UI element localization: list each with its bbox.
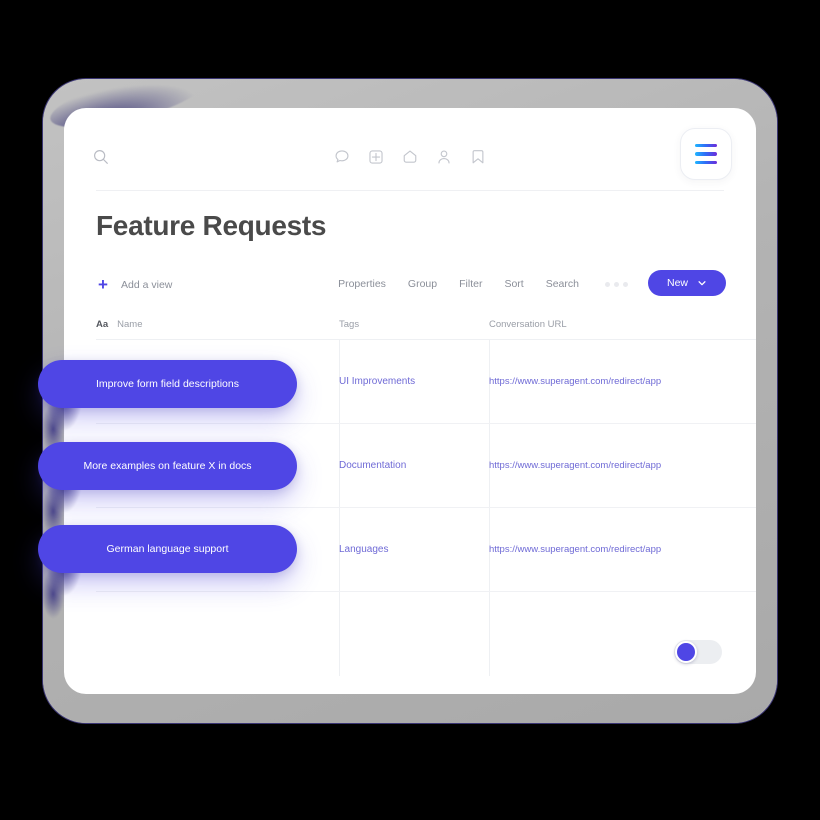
chevron-down-icon (697, 278, 707, 288)
record-name-pill[interactable]: Improve form field descriptions (38, 360, 297, 408)
plus-icon: + (98, 275, 108, 294)
cell-conversation-url[interactable]: https://www.superagent.com/redirect/app (489, 460, 661, 471)
toolbar-link-properties[interactable]: Properties (338, 278, 386, 290)
app-topbar (64, 108, 756, 191)
toolbar-link-search[interactable]: Search (546, 278, 579, 290)
user-icon[interactable] (435, 148, 453, 166)
dot-3 (623, 281, 628, 287)
toolbar-link-sort[interactable]: Sort (504, 278, 523, 290)
column-header-url-label: Conversation URL (489, 319, 567, 330)
column-header-url[interactable]: Conversation URL (489, 319, 567, 330)
menu-line-3 (695, 160, 717, 164)
toolbar-link-filter[interactable]: Filter (459, 278, 482, 290)
cell-tags: UI Improvements (339, 376, 416, 387)
table-row-empty[interactable] (96, 592, 756, 676)
column-header-name[interactable]: Aa Name (96, 319, 143, 330)
home-icon[interactable] (401, 148, 419, 166)
cell-tags: Languages (339, 544, 389, 555)
new-button[interactable]: New (648, 270, 726, 296)
view-toolbar: + Add a view Properties Group Filter Sor… (96, 270, 726, 304)
chat-bubble-icon[interactable] (333, 148, 351, 166)
toolbar-links: Properties Group Filter Sort Search (338, 278, 628, 290)
table-header-row: Aa Name Tags Conversation URL (96, 308, 756, 340)
bookmark-icon[interactable] (469, 148, 487, 166)
grid-plus-icon[interactable] (367, 148, 385, 166)
menu-line-2 (695, 152, 717, 156)
dot-2 (614, 281, 619, 287)
toolbar-link-group[interactable]: Group (408, 278, 437, 290)
column-header-name-label: Name (117, 319, 143, 330)
dot-1 (605, 281, 610, 287)
view-toggle[interactable] (674, 640, 722, 664)
more-dots-icon[interactable] (605, 281, 628, 287)
hamburger-menu-icon[interactable] (680, 128, 732, 180)
text-type-icon: Aa (96, 319, 109, 330)
record-name-pill[interactable]: More examples on feature X in docs (38, 442, 297, 490)
cell-tags: Documentation (339, 460, 407, 471)
page-title: Feature Requests (96, 210, 327, 241)
record-name-pill[interactable]: German language support (38, 525, 297, 573)
scene-root: Feature Requests + Add a view Properties… (0, 0, 820, 820)
add-view-button[interactable]: + Add a view (96, 276, 172, 293)
menu-line-1 (695, 144, 717, 148)
cell-conversation-url[interactable]: https://www.superagent.com/redirect/app (489, 376, 661, 387)
column-header-tags-label: Tags (339, 319, 360, 330)
new-button-label: New (666, 277, 688, 289)
topbar-nav-icons (64, 148, 756, 166)
add-view-label: Add a view (121, 278, 173, 291)
topbar-divider (96, 190, 724, 191)
toggle-knob (675, 641, 697, 663)
cell-conversation-url[interactable]: https://www.superagent.com/redirect/app (489, 544, 661, 555)
column-header-tags[interactable]: Tags (339, 319, 359, 330)
